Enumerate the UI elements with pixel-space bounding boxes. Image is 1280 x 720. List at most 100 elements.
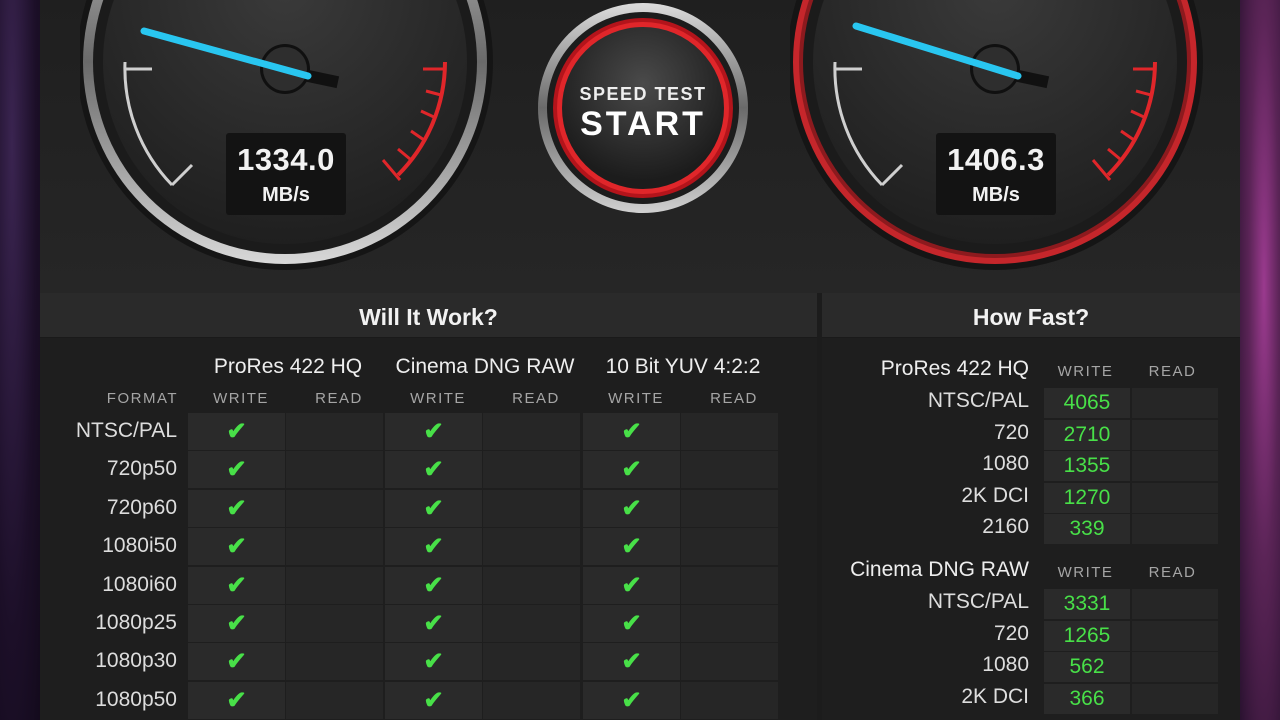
read-empty-cell [681, 413, 778, 450]
read-empty-cell [681, 451, 778, 489]
write-check-icon: ✔ [583, 489, 680, 527]
how-fast-format-label: 2K DCI [961, 483, 1029, 507]
write-check-icon: ✔ [583, 451, 680, 489]
read-empty-cell [286, 566, 383, 604]
how-fast-read-value [1132, 514, 1218, 544]
how-fast-format-label: NTSC/PAL [927, 590, 1029, 613]
read-empty-cell [681, 566, 778, 604]
read-empty-cell [286, 413, 383, 450]
desktop-background-left [0, 0, 40, 720]
how-fast-read-value [1132, 388, 1218, 418]
write-speed-readout: 1334.0 MB/s [226, 133, 346, 215]
read-speed-unit: MB/s [972, 184, 1020, 206]
how-fast-read-header: READ [1148, 564, 1197, 581]
read-empty-cell [286, 451, 383, 489]
write-check-icon: ✔ [583, 528, 680, 566]
read-empty-cell [681, 681, 778, 719]
desktop-background-right [1240, 0, 1280, 720]
format-row-label: 1080p25 [95, 611, 177, 634]
read-empty-cell [286, 605, 383, 642]
write-speed-value: 1334.0 [237, 142, 335, 177]
codec-header: Cinema DNG RAW [395, 355, 575, 378]
how-fast-write-value: 2710 [1044, 419, 1130, 450]
read-empty-cell [483, 528, 580, 566]
write-check-icon: ✔ [188, 605, 285, 642]
how-fast-read-value [1132, 482, 1218, 513]
write-check-icon: ✔ [188, 643, 285, 681]
how-fast-format-label: 2160 [982, 515, 1029, 538]
write-column-header: WRITE [608, 390, 664, 407]
write-check-icon: ✔ [385, 605, 482, 642]
codec-header: ProRes 422 HQ [213, 355, 363, 378]
how-fast-format-label: 720 [993, 420, 1029, 444]
write-check-icon: ✔ [188, 413, 285, 450]
read-empty-cell [286, 489, 383, 527]
write-check-icon: ✔ [385, 643, 482, 681]
write-check-icon: ✔ [385, 413, 482, 450]
how-fast-panel: How Fast? ProRes 422 HQ WRITE READ NTSC/PAL… [822, 293, 1240, 720]
write-check-icon: ✔ [385, 528, 482, 566]
disk-speed-test-window: 1334.0 MB/s SPEED TEST START 1406.3 MB/s… [40, 0, 1240, 720]
how-fast-write-header: WRITE [1057, 564, 1114, 581]
read-empty-cell [483, 681, 580, 719]
read-column-header: READ [315, 390, 363, 407]
read-column-header: READ [512, 390, 560, 407]
how-fast-read-value [1132, 620, 1218, 651]
write-check-icon: ✔ [583, 605, 680, 642]
write-check-icon: ✔ [583, 413, 680, 450]
read-empty-cell [681, 605, 778, 642]
format-row-label: 1080i50 [102, 534, 177, 558]
write-check-icon: ✔ [583, 643, 680, 681]
speed-test-start-button[interactable]: SPEED TEST START [537, 2, 749, 214]
how-fast-write-value: 1265 [1044, 620, 1130, 651]
how-fast-format-label: 1080 [982, 653, 1029, 676]
write-column-header: WRITE [213, 390, 269, 407]
how-fast-write-value: 1270 [1044, 482, 1130, 513]
write-check-icon: ✔ [188, 451, 285, 489]
read-empty-cell [681, 643, 778, 681]
read-empty-cell [483, 643, 580, 681]
how-fast-format-label: 1080 [982, 452, 1029, 475]
format-row-label: NTSC/PAL [75, 419, 177, 442]
how-fast-write-header: WRITE [1057, 363, 1114, 380]
write-speed-unit: MB/s [262, 184, 310, 206]
read-empty-cell [483, 451, 580, 489]
write-check-icon: ✔ [188, 566, 285, 604]
how-fast-write-value: 3331 [1044, 589, 1130, 619]
how-fast-codec-header: Cinema DNG RAW [850, 558, 1029, 581]
format-row-label: 720p50 [106, 457, 177, 481]
format-row-label: 1080p30 [95, 649, 177, 673]
read-empty-cell [681, 528, 778, 566]
how-fast-format-label: NTSC/PAL [927, 389, 1029, 412]
write-check-icon: ✔ [385, 681, 482, 719]
write-check-icon: ✔ [188, 489, 285, 527]
read-empty-cell [483, 605, 580, 642]
format-column-header: FORMAT [106, 390, 178, 407]
how-fast-read-header: READ [1148, 363, 1197, 380]
write-check-icon: ✔ [385, 489, 482, 527]
read-empty-cell [681, 489, 778, 527]
read-empty-cell [286, 528, 383, 566]
how-fast-format-label: 2K DCI [961, 684, 1029, 708]
how-fast-codec-header: ProRes 422 HQ [880, 357, 1029, 380]
write-column-header: WRITE [410, 390, 466, 407]
write-check-icon: ✔ [385, 566, 482, 604]
how-fast-write-value: 339 [1044, 514, 1130, 544]
format-row-label: 720p60 [106, 495, 177, 519]
write-check-icon: ✔ [385, 451, 482, 489]
read-column-header: READ [710, 390, 758, 407]
write-check-icon: ✔ [188, 528, 285, 566]
will-it-work-title: Will It Work? [40, 293, 817, 338]
how-fast-write-value: 366 [1044, 683, 1130, 714]
how-fast-write-value: 1355 [1044, 451, 1130, 481]
read-empty-cell [483, 566, 580, 604]
format-row-label: 1080p50 [95, 687, 177, 711]
results-area: Will It Work? FORMAT ProRes 422 HQ WRITE RE… [40, 293, 1240, 720]
write-check-icon: ✔ [583, 566, 680, 604]
how-fast-write-value: 4065 [1044, 388, 1130, 418]
read-empty-cell [286, 681, 383, 719]
codec-header: 10 Bit YUV 4:2:2 [605, 355, 761, 378]
read-speed-readout: 1406.3 MB/s [936, 133, 1056, 215]
how-fast-read-value [1132, 683, 1218, 714]
read-speed-value: 1406.3 [947, 142, 1045, 177]
